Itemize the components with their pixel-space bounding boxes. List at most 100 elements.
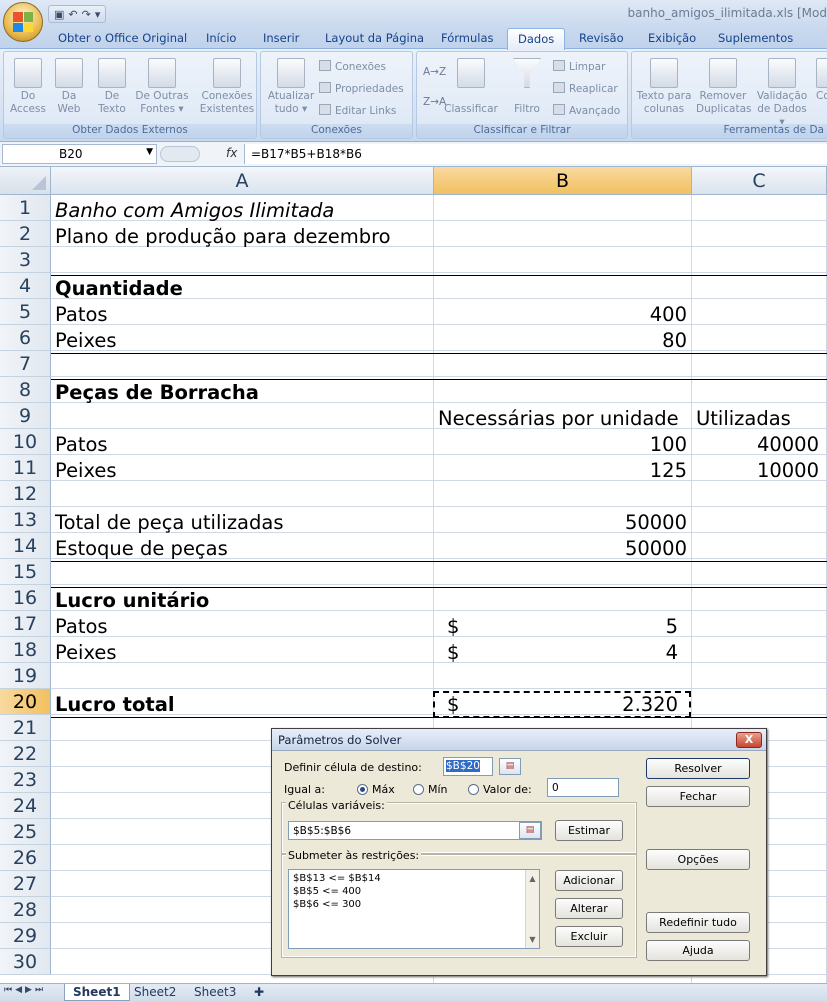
- btn-texto-colunas[interactable]: Texto para colunas: [634, 58, 694, 116]
- cell-b17[interactable]: 5: [434, 613, 678, 639]
- row-header-20[interactable]: 20: [0, 689, 51, 715]
- cell-a16[interactable]: Lucro unitário: [55, 587, 209, 613]
- constraint-item[interactable]: $B$6 <= 300: [293, 898, 535, 911]
- close-icon[interactable]: X: [736, 732, 762, 748]
- name-box[interactable]: B20 ▼: [2, 144, 157, 164]
- row-header-2[interactable]: 2: [0, 221, 51, 247]
- constraint-item[interactable]: $B$13 <= $B$14: [293, 872, 535, 885]
- btn-validacao-dados[interactable]: Validação de Dados ▾: [754, 58, 810, 129]
- tab-suplementos[interactable]: Suplementos: [718, 31, 793, 45]
- cell-a1[interactable]: Banho com Amigos Ilimitada: [55, 197, 334, 223]
- btn-de-texto[interactable]: De Texto: [92, 58, 132, 116]
- btn-conexoes-existentes[interactable]: Conexões Existentes: [199, 58, 255, 116]
- btn-remover-duplicatas[interactable]: Remover Duplicatas: [696, 58, 751, 116]
- row-header-13[interactable]: 13: [0, 507, 51, 533]
- btn-limpar[interactable]: Limpar: [553, 60, 605, 73]
- tab-scroll-icon[interactable]: ⏮◀▶⏭: [4, 985, 46, 995]
- radio-min[interactable]: Mín: [413, 783, 448, 796]
- radio-value[interactable]: Valor de:: [468, 783, 532, 796]
- row-header-5[interactable]: 5: [0, 299, 51, 325]
- btn-classificar[interactable]: Classificar: [443, 58, 499, 116]
- cell-a8[interactable]: Peças de Borracha: [55, 379, 259, 405]
- cell-b5[interactable]: 400: [434, 301, 687, 327]
- tab-obter-office[interactable]: Obter o Office Original: [58, 31, 187, 45]
- btn-atualizar-tudo[interactable]: Atualizar tudo ▾: [265, 58, 317, 116]
- cell-a18[interactable]: Peixes: [55, 639, 117, 665]
- row-header-3[interactable]: 3: [0, 247, 51, 273]
- tab-dados[interactable]: Dados: [507, 28, 566, 50]
- btn-de-outras-fontes[interactable]: De Outras Fontes ▾: [134, 58, 190, 116]
- row-header-7[interactable]: 7: [0, 351, 51, 377]
- value-of-input[interactable]: 0: [547, 778, 619, 797]
- row-header-9[interactable]: 9: [0, 403, 51, 429]
- row-header-11[interactable]: 11: [0, 455, 51, 481]
- customize-icon[interactable]: ▾: [95, 8, 101, 21]
- row-header-6[interactable]: 6: [0, 325, 51, 351]
- tab-formulas[interactable]: Fórmulas: [441, 31, 494, 45]
- cell-c10[interactable]: 40000: [692, 431, 819, 457]
- row-header-26[interactable]: 26: [0, 845, 51, 871]
- constraint-item[interactable]: $B$5 <= 400: [293, 885, 535, 898]
- office-button[interactable]: [3, 2, 43, 42]
- row-header-17[interactable]: 17: [0, 611, 51, 637]
- tab-exibicao[interactable]: Exibição: [648, 31, 696, 45]
- cell-c11[interactable]: 10000: [692, 457, 819, 483]
- cell-b11[interactable]: 125: [434, 457, 687, 483]
- btn-filtro[interactable]: Filtro: [507, 58, 547, 116]
- btn-editar-links[interactable]: Editar Links: [319, 104, 396, 117]
- cell-a2[interactable]: Plano de produção para dezembro: [55, 223, 391, 249]
- scroll-up-icon[interactable]: ▲: [526, 870, 539, 885]
- undo-icon[interactable]: ↶: [68, 8, 77, 21]
- btn-propriedades[interactable]: Propriedades: [319, 82, 404, 95]
- row-header-10[interactable]: 10: [0, 429, 51, 455]
- formula-input[interactable]: =B17*B5+B18*B6: [244, 144, 827, 164]
- insert-sheet-icon[interactable]: ✚: [246, 984, 272, 1001]
- cell-a10[interactable]: Patos: [55, 431, 108, 457]
- column-header-a[interactable]: A: [51, 167, 434, 195]
- excluir-button[interactable]: Excluir: [555, 926, 623, 947]
- btn-da-web[interactable]: Da Web: [50, 58, 88, 116]
- btn-avancado[interactable]: Avançado: [553, 104, 620, 117]
- cell-a14[interactable]: Estoque de peças: [55, 535, 228, 561]
- opcoes-button[interactable]: Opções: [646, 849, 750, 870]
- row-header-27[interactable]: 27: [0, 871, 51, 897]
- alterar-button[interactable]: Alterar: [555, 898, 623, 919]
- collapse-dialog-vars-icon[interactable]: ▤: [519, 822, 541, 839]
- select-all-button[interactable]: [0, 167, 51, 195]
- cell-b18[interactable]: 4: [434, 639, 678, 665]
- cell-b9[interactable]: Necessárias por unidade: [438, 405, 679, 431]
- collapse-dialog-icon[interactable]: ▤: [499, 758, 521, 775]
- estimar-button[interactable]: Estimar: [555, 820, 623, 841]
- row-header-19[interactable]: 19: [0, 663, 51, 689]
- redefinir-tudo-button[interactable]: Redefinir tudo: [646, 912, 750, 933]
- row-header-23[interactable]: 23: [0, 767, 51, 793]
- column-header-c[interactable]: C: [692, 167, 827, 195]
- column-header-b[interactable]: B: [434, 167, 692, 195]
- sheet-tab-3[interactable]: Sheet3: [186, 984, 244, 1001]
- constraints-list[interactable]: $B$13 <= $B$14 $B$5 <= 400 $B$6 <= 300 ▲…: [288, 869, 540, 949]
- row-header-12[interactable]: 12: [0, 481, 51, 507]
- fechar-button[interactable]: Fechar: [646, 786, 750, 807]
- row-header-22[interactable]: 22: [0, 741, 51, 767]
- chevron-down-icon[interactable]: ▼: [146, 147, 153, 157]
- tab-inserir[interactable]: Inserir: [263, 31, 299, 45]
- btn-do-access[interactable]: Do Access: [8, 58, 48, 116]
- ajuda-button[interactable]: Ajuda: [646, 940, 750, 961]
- row-header-25[interactable]: 25: [0, 819, 51, 845]
- row-header-1[interactable]: 1: [0, 195, 51, 221]
- radio-max-button[interactable]: [357, 784, 368, 795]
- radio-min-button[interactable]: [413, 784, 424, 795]
- btn-reaplicar[interactable]: Reaplicar: [553, 82, 618, 95]
- radio-value-button[interactable]: [468, 784, 479, 795]
- sheet-tab-1[interactable]: Sheet1: [64, 984, 130, 1001]
- row-header-29[interactable]: 29: [0, 923, 51, 949]
- row-header-30[interactable]: 30: [0, 949, 51, 975]
- row-header-15[interactable]: 15: [0, 559, 51, 585]
- scroll-down-icon[interactable]: ▼: [526, 933, 539, 946]
- row-header-16[interactable]: 16: [0, 585, 51, 611]
- btn-consolidar[interactable]: Co: [816, 58, 827, 103]
- cell-a20[interactable]: Lucro total: [55, 691, 175, 717]
- cell-a11[interactable]: Peixes: [55, 457, 117, 483]
- insert-function-icon[interactable]: fx: [226, 146, 237, 160]
- row-header-21[interactable]: 21: [0, 715, 51, 741]
